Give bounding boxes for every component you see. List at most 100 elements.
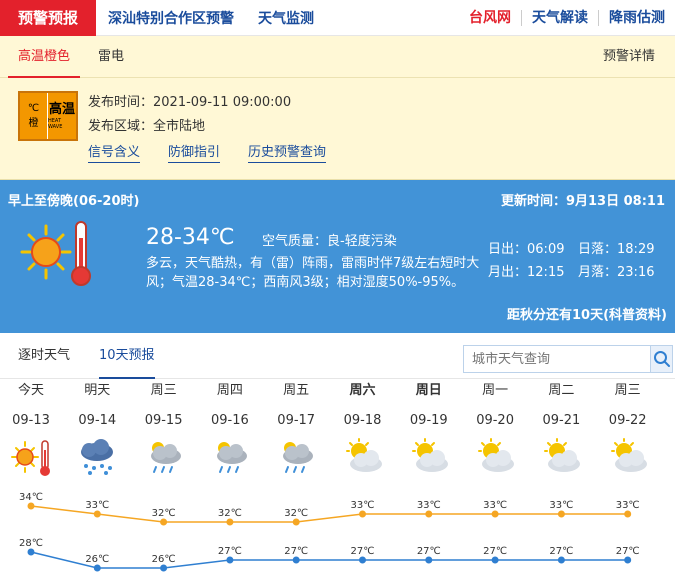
signal-subtitle: HEAT WAVE bbox=[48, 117, 63, 130]
tab-warning-forecast[interactable]: 预警预报 bbox=[0, 0, 96, 36]
low-temp-point bbox=[160, 564, 168, 572]
day-date: 09-16 bbox=[211, 413, 249, 428]
solar-term-link[interactable]: 距秋分还有10天(科普资料) bbox=[507, 304, 667, 323]
partly-cloudy-icon bbox=[610, 438, 647, 472]
warning-tabs: 高温橙色 雷电 预警详情 bbox=[0, 36, 675, 78]
sunrise: 日出：06:09 bbox=[488, 242, 565, 257]
low-temp-label: 27℃ bbox=[417, 546, 441, 557]
signal-title: 高温 bbox=[48, 101, 75, 117]
day-weekday: 周三 bbox=[614, 383, 641, 398]
high-temp-point bbox=[292, 518, 300, 526]
high-temp-point bbox=[624, 510, 632, 518]
day-date: 09-19 bbox=[409, 413, 448, 428]
high-temp-label: 33℃ bbox=[483, 500, 507, 511]
thunderstorm-icon bbox=[81, 439, 114, 475]
low-temp-label: 27℃ bbox=[483, 546, 507, 557]
partly-cloudy-icon bbox=[411, 438, 448, 472]
moonrise: 月出：12:15 bbox=[488, 265, 565, 280]
tab-hourly[interactable]: 逐时天气 bbox=[18, 333, 70, 379]
low-temp-point bbox=[425, 556, 433, 564]
day-date: 09-18 bbox=[343, 413, 382, 428]
nav-shenshan-warning[interactable]: 深汕特别合作区预警 bbox=[96, 8, 246, 28]
low-temp-point bbox=[557, 556, 565, 564]
high-temp-point bbox=[27, 502, 35, 510]
high-temp-point bbox=[491, 510, 499, 518]
high-temp-point bbox=[160, 518, 168, 526]
high-temp-label: 32℃ bbox=[284, 508, 308, 519]
high-temp-point bbox=[93, 510, 101, 518]
day-weekday: 周三 bbox=[150, 383, 177, 398]
forecast-day: 周一 09-20 bbox=[462, 380, 528, 480]
tab-10-day[interactable]: 10天预报 bbox=[99, 333, 155, 379]
forecast-day: 周三 09-15 bbox=[131, 380, 197, 480]
area-label: 发布区域： bbox=[88, 119, 154, 134]
low-temp-point bbox=[226, 556, 234, 564]
forecast-day: 周五 09-17 bbox=[263, 380, 329, 480]
publish-time: 2021-09-11 09:00:00 bbox=[153, 95, 292, 110]
day-weekday: 明天 bbox=[84, 383, 111, 398]
cloud-rain-icon bbox=[216, 442, 247, 473]
city-search bbox=[463, 345, 673, 373]
high-temp-label: 33℃ bbox=[616, 500, 640, 511]
forecast-period: 早上至傍晚(06-20时) bbox=[8, 194, 140, 209]
nav-rainfall-estimate[interactable]: 降雨估测 bbox=[598, 10, 675, 26]
today-weather-panel: 早上至傍晚(06-20时) 更新时间：9月13日 08:11 28-34℃ 空气… bbox=[0, 180, 675, 333]
high-temp-label: 33℃ bbox=[417, 500, 441, 511]
low-temp-line bbox=[30, 551, 628, 569]
day-weekday: 周二 bbox=[548, 383, 575, 398]
nav-weather-monitor[interactable]: 天气监测 bbox=[246, 8, 326, 28]
thermometer-icon: ℃ bbox=[27, 103, 40, 114]
low-temp-point bbox=[292, 556, 300, 564]
low-temp-point bbox=[93, 564, 101, 572]
heat-orange-signal-icon: ℃ 橙 高温 HEAT WAVE bbox=[18, 91, 78, 141]
nav-typhoon[interactable]: 台风网 bbox=[459, 10, 521, 26]
day-weekday: 周日 bbox=[415, 383, 442, 398]
tab-thunder[interactable]: 雷电 bbox=[88, 36, 134, 78]
city-search-input[interactable] bbox=[464, 346, 650, 372]
high-temp-label: 32℃ bbox=[152, 508, 176, 519]
publish-time-label: 发布时间： bbox=[88, 95, 154, 110]
day-date: 09-14 bbox=[78, 413, 117, 428]
partly-cloudy-icon bbox=[345, 438, 382, 472]
warning-detail-link[interactable]: 预警详情 bbox=[603, 36, 655, 78]
ten-day-forecast: 34℃ 33℃ 32℃ 32℃ 32℃ 33℃ 33℃ 33℃ 33℃ 33℃ 28℃ 26℃ 26℃ 2… bbox=[0, 380, 675, 581]
low-temp-point bbox=[624, 556, 632, 564]
defense-guide-link[interactable]: 防御指引 bbox=[168, 144, 221, 163]
day-weekday: 周四 bbox=[216, 383, 243, 398]
low-temp-point bbox=[359, 556, 366, 564]
low-temp-label: 28℃ bbox=[19, 538, 43, 549]
partly-cloudy-icon bbox=[478, 438, 515, 472]
signal-meaning-link[interactable]: 信号含义 bbox=[88, 144, 141, 163]
cloud-rain-icon bbox=[283, 442, 314, 473]
nav-weather-interpretation[interactable]: 天气解读 bbox=[521, 10, 598, 26]
low-temp-label: 26℃ bbox=[152, 554, 176, 565]
history-warning-link[interactable]: 历史预警查询 bbox=[248, 144, 327, 163]
high-temp-label: 34℃ bbox=[19, 492, 43, 503]
warning-panel: 高温橙色 雷电 预警详情 ℃ 橙 高温 HEAT WAVE 发布时间：2021-… bbox=[0, 36, 675, 180]
low-temp-label: 26℃ bbox=[85, 554, 109, 565]
day-weekday: 周一 bbox=[482, 383, 509, 398]
search-icon bbox=[653, 351, 670, 367]
day-weekday: 周六 bbox=[349, 383, 376, 398]
day-date: 09-13 bbox=[12, 413, 50, 428]
high-temp-point bbox=[226, 518, 234, 526]
high-temp-point bbox=[359, 510, 366, 518]
air-quality: 空气质量：良-轻度污染 bbox=[262, 234, 397, 249]
forecast-day: 今天 09-13 bbox=[0, 380, 64, 480]
search-button[interactable] bbox=[650, 346, 672, 372]
forecast-day: 周日 09-19 bbox=[396, 380, 462, 480]
high-temp-point bbox=[557, 510, 565, 518]
forecast-day: 周三 09-22 bbox=[595, 380, 661, 480]
partly-cloudy-icon bbox=[544, 438, 581, 472]
low-temp-label: 27℃ bbox=[218, 546, 242, 557]
tab-heat-orange[interactable]: 高温橙色 bbox=[8, 36, 81, 78]
day-weekday: 今天 bbox=[17, 383, 44, 398]
sun-hot-icon bbox=[11, 440, 50, 476]
signal-level: 橙 bbox=[28, 118, 39, 129]
low-temp-label: 27℃ bbox=[549, 546, 573, 557]
sun-moon-times: 日出：06:09 日落：18:29 月出：12:15 月落：23:16 bbox=[488, 238, 668, 284]
low-temp-label: 27℃ bbox=[284, 546, 308, 557]
high-temp-line bbox=[30, 505, 628, 523]
day-date: 09-15 bbox=[144, 413, 183, 428]
low-temp-label: 27℃ bbox=[616, 546, 640, 557]
